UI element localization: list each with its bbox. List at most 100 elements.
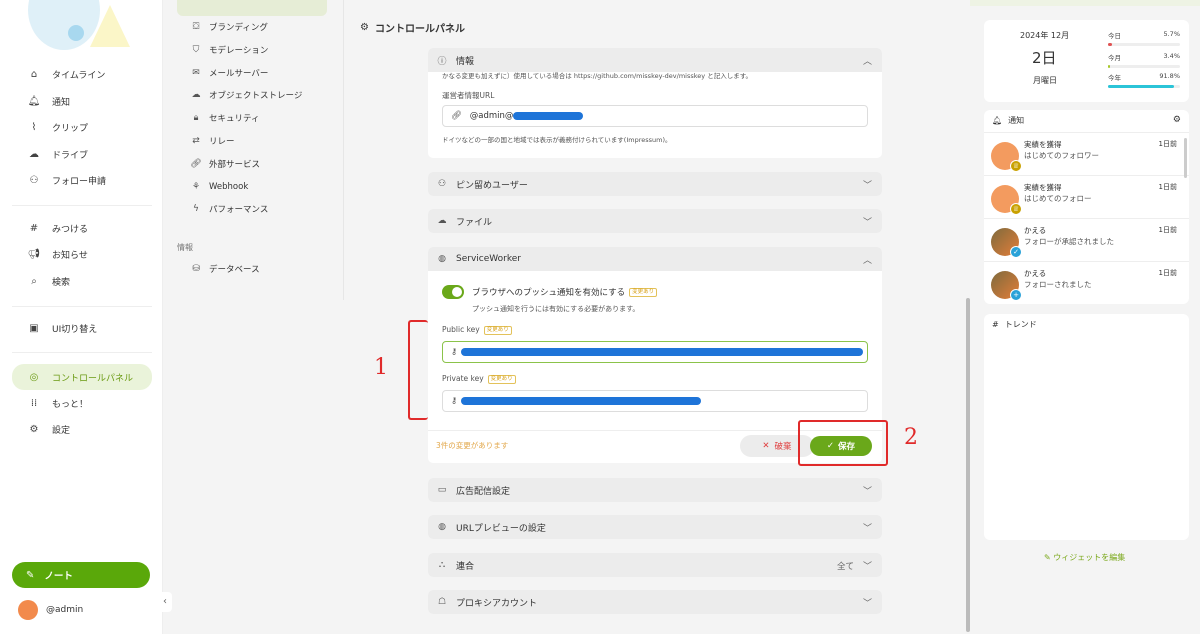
bar-pct: 5.7%: [1163, 30, 1180, 38]
nav-clips[interactable]: ⌇ クリップ: [12, 115, 152, 139]
pencil-icon: ✎: [1044, 553, 1054, 562]
panel-header[interactable]: ◍ ServiceWorker ︿: [428, 247, 882, 271]
info-cut-text: かなる変更も加えずに）使用している場合は https://github.com/…: [442, 72, 753, 80]
world-icon: ◍: [438, 522, 446, 532]
search-icon: ⌕: [31, 275, 37, 287]
nav-more[interactable]: ⁞⁞ もっと！: [12, 391, 152, 415]
admin-menu: ⛋ ブランディング ⛉ モデレーション ✉ メールサーバー ☁ オブジェクトストレージ …: [163, 0, 344, 300]
nav-explore[interactable]: # みつける: [12, 216, 152, 240]
relay-icon: ⇄: [192, 136, 200, 146]
private-key-label-row: Private key 変更あり: [442, 374, 516, 384]
public-key-input[interactable]: ⚷: [442, 341, 868, 363]
panel-header[interactable]: ◍ URLプレビューの設定 ﹀: [428, 515, 882, 539]
gear-icon: ⚙: [29, 423, 39, 435]
panel-title: プロキシアカウント: [456, 598, 538, 609]
nav-timeline[interactable]: ⌂ タイムライン: [12, 62, 152, 86]
cloud-icon: ☁: [191, 90, 201, 100]
note-button[interactable]: ✎ ノート: [12, 562, 150, 588]
pending-changes: 3件の変更があります: [436, 441, 509, 450]
gear-icon: ⚙: [360, 22, 369, 33]
push-toggle[interactable]: [442, 285, 464, 299]
notification-item[interactable]: ✓ かえる フォローが承認されました 1日前: [984, 218, 1189, 261]
private-key-input[interactable]: ⚷: [442, 390, 868, 412]
info-panel: ⓘ 情報 ︿ かなる変更も加えずに）使用している場合は https://github…: [428, 48, 882, 158]
menu-label: パフォーマンス: [209, 205, 269, 215]
nav-label: ドライブ: [52, 150, 89, 161]
panel-header[interactable]: ⛬ 連合 全て ﹀: [428, 553, 882, 577]
notification-item[interactable]: ♕ 実績を獲得 はじめてのフォロワー 1日前: [984, 132, 1189, 175]
menu-item-branding[interactable]: ⛋ ブランディング: [189, 18, 268, 36]
notification-item[interactable]: + かえる フォローされました 1日前: [984, 261, 1189, 304]
annotation-number-1: 1: [374, 355, 388, 380]
nav-ui-switch[interactable]: ▣ UI切り替え: [12, 316, 152, 340]
menu-item-active[interactable]: [177, 0, 327, 16]
nav-notifications[interactable]: 🔔︎ 通知: [12, 89, 152, 113]
shield-icon: ⛉: [192, 45, 200, 55]
menu-label: オブジェクトストレージ: [209, 91, 303, 101]
menu-item-performance[interactable]: ϟ パフォーマンス: [189, 200, 268, 218]
panel-header[interactable]: ☁ ファイル ﹀: [428, 209, 882, 233]
main-scrollbar[interactable]: [966, 298, 970, 632]
menu-item-mail[interactable]: ✉ メールサーバー: [189, 64, 268, 82]
progress-month: 今月 3.4%: [1108, 52, 1180, 68]
notification-title: 実績を獲得: [1024, 183, 1062, 192]
federation-panel[interactable]: ⛬ 連合 全て ﹀: [428, 553, 882, 577]
panel-header[interactable]: ☖ プロキシアカウント ﹀: [428, 590, 882, 614]
proxy-account-panel[interactable]: ☖ プロキシアカウント ﹀: [428, 590, 882, 614]
menu-label: Webhook: [209, 182, 249, 192]
bar-track: [1108, 85, 1180, 88]
user-pin-icon: ⚇: [437, 179, 447, 189]
mail-icon: ✉: [192, 68, 200, 78]
calendar-day: 2日: [1032, 49, 1057, 67]
url-preview-panel[interactable]: ◍ URLプレビューの設定 ﹀: [428, 515, 882, 539]
redaction-mark: [461, 397, 702, 405]
push-toggle-caption: プッシュ通知を行うには有効にする必要があります。: [472, 305, 640, 313]
discard-label: 破棄: [774, 442, 792, 452]
widget-header: # トレンド: [984, 314, 1189, 334]
nav-announcements[interactable]: 📢︎ お知らせ: [12, 242, 152, 266]
nav-label: 通知: [52, 97, 71, 108]
nav-follow-requests[interactable]: ⚇ フォロー申請: [12, 168, 152, 192]
notification-item[interactable]: ♕ 実績を獲得 はじめてのフォロー 1日前: [984, 175, 1189, 218]
gear-icon[interactable]: ⚙: [1173, 115, 1181, 125]
operator-url-input[interactable]: 🔗︎ @admin@: [442, 105, 868, 127]
chevron-down-icon: ﹀: [862, 562, 872, 572]
account-menu[interactable]: @admin: [18, 600, 83, 620]
menu-item-database[interactable]: ⛁ データベース: [189, 260, 259, 278]
menu-item-relay[interactable]: ⇄ リレー: [189, 132, 234, 150]
nav-control-panel[interactable]: ◎ コントロールパネル: [12, 364, 152, 390]
nav-search[interactable]: ⌕ 検索: [12, 269, 152, 293]
notification-title: かえる: [1024, 226, 1047, 235]
menu-item-security[interactable]: 🔒︎ セキュリティ: [189, 109, 260, 127]
push-toggle-label: ブラウザへのプッシュ通知を有効にする: [472, 288, 626, 298]
notifications-scrollbar[interactable]: [1184, 138, 1187, 178]
edit-widgets-link[interactable]: ✎ ウィジェットを編集: [1044, 552, 1125, 563]
annotation-box-2: [798, 420, 888, 466]
menu-item-webhook[interactable]: ⚘ Webhook: [189, 178, 248, 196]
left-navigation: ⌂ タイムライン 🔔︎ 通知 ⌇ クリップ ☁ ドライブ ⚇ フォロー申請 # みつける 📢…: [0, 0, 163, 634]
operator-url-label: 運営者情報URL: [442, 91, 495, 100]
menu-item-object-storage[interactable]: ☁ オブジェクトストレージ: [189, 86, 303, 104]
panel-title: URLプレビューの設定: [456, 523, 546, 534]
chevron-up-icon: ︿: [862, 256, 872, 266]
menu-item-external-services[interactable]: 🔗︎ 外部サービス: [189, 155, 260, 173]
trophy-icon: ♕: [1010, 203, 1022, 215]
panel-header[interactable]: ▭ 広告配信設定 ﹀: [428, 478, 882, 502]
pinned-users-panel[interactable]: ⚇ ピン留めユーザー ﹀: [428, 172, 882, 196]
ads-panel[interactable]: ▭ 広告配信設定 ﹀: [428, 478, 882, 502]
notification-body: フォローが承認されました: [1024, 237, 1114, 246]
info-panel-header[interactable]: ⓘ 情報 ︿: [428, 48, 882, 72]
files-panel[interactable]: ☁ ファイル ﹀: [428, 209, 882, 233]
panel-title: ファイル: [456, 217, 493, 228]
nav-drive[interactable]: ☁ ドライブ: [12, 142, 152, 166]
lock-icon: 🔒︎: [193, 113, 199, 123]
menu-item-moderation[interactable]: ⛉ モデレーション: [189, 41, 269, 59]
notification-time: 1日前: [1158, 269, 1177, 277]
push-toggle-row[interactable]: ブラウザへのプッシュ通知を有効にする 変更あり: [442, 285, 658, 299]
panel-title: ServiceWorker: [456, 254, 521, 264]
key-icon: ⚷: [451, 347, 458, 357]
widgets-column: 2024年 12月 2日 月曜日 今日 5.7% 今月 3.4% 今年 91.8% 🔔…: [984, 0, 1189, 634]
collapse-sidebar-button[interactable]: ‹: [158, 592, 172, 612]
panel-header[interactable]: ⚇ ピン留めユーザー ﹀: [428, 172, 882, 196]
nav-settings[interactable]: ⚙ 設定: [12, 417, 152, 441]
